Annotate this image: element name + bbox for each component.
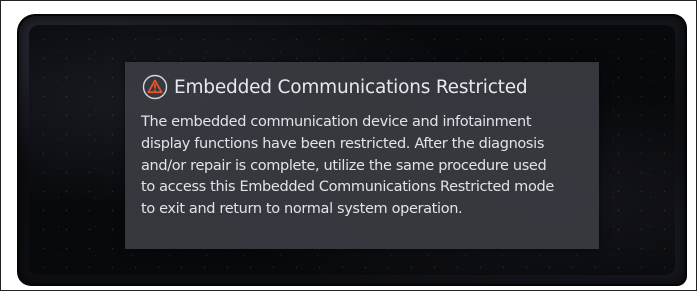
warning-icon [142, 74, 168, 100]
photo-frame: Embedded Communications Restricted The e… [0, 0, 697, 291]
message-line: and/or repair is complete, utilize the s… [141, 157, 547, 174]
dialog-title: Embedded Communications Restricted [174, 76, 528, 98]
message-line: to exit and return to normal system oper… [141, 201, 463, 218]
message-line: display functions have been restricted. … [141, 135, 545, 152]
restriction-dialog: Embedded Communications Restricted The e… [125, 62, 599, 249]
message-line: to access this Embedded Communications R… [141, 179, 554, 196]
dialog-header: Embedded Communications Restricted [142, 72, 528, 102]
dialog-message: The embedded communication device and in… [141, 112, 593, 221]
message-line: The embedded communication device and in… [141, 114, 532, 130]
infotainment-screen: Embedded Communications Restricted The e… [29, 25, 675, 275]
